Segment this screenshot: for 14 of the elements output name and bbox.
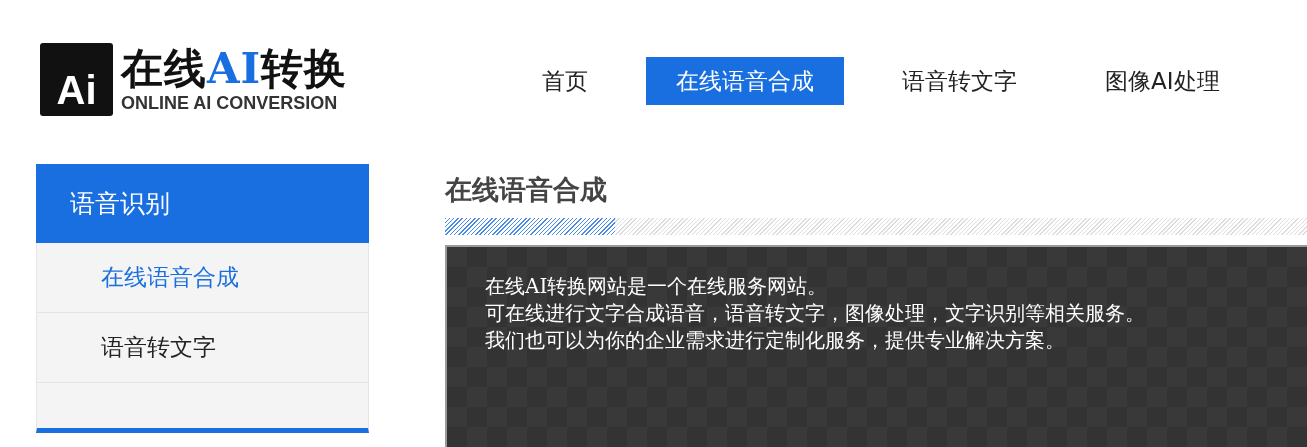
intro-text: 可在线进行文字合成语音，语音转文字，图像处理，文字识别等相关服务。 bbox=[485, 300, 1146, 327]
logo-mark: Ai bbox=[40, 43, 113, 116]
nav-tab[interactable]: 语音转文字 bbox=[872, 57, 1047, 105]
sidebar-item[interactable]: 在线语音合成 bbox=[36, 243, 369, 313]
page-title: 在线语音合成 bbox=[445, 173, 608, 207]
logo-subtitle: ONLINE AI CONVERSION bbox=[121, 93, 339, 114]
intro-text: 我们也可以为你的企业需求进行定制化服务，提供专业解决方案。 bbox=[485, 327, 1066, 354]
sidebar-item[interactable]: 语音转文字 bbox=[36, 313, 369, 383]
nav-tab[interactable]: 在线语音合成 bbox=[646, 57, 844, 105]
intro-text: 在线AI转换网站是一个在线服务网站。 bbox=[485, 273, 829, 300]
nav-tab[interactable]: 图像AI处理 bbox=[1075, 57, 1250, 105]
nav-tab[interactable]: 首页 bbox=[512, 57, 618, 105]
logo-title: 在线AI转换 bbox=[121, 45, 348, 93]
sidebar-heading: 语音识别 bbox=[36, 164, 369, 243]
